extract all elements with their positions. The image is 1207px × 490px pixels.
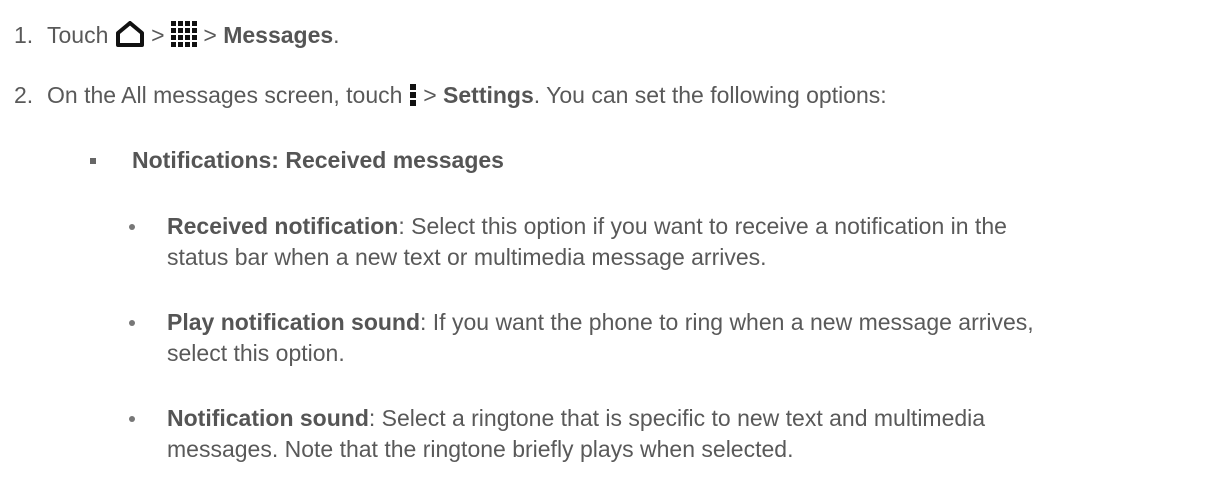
bullet-dot-icon [129, 224, 135, 230]
separator: > [144, 22, 171, 48]
step-text-end: . You can set the following options: [533, 82, 887, 108]
messages-label: Messages [223, 22, 334, 48]
step-number: 2. [14, 82, 34, 108]
separator: > [196, 22, 224, 48]
menu-icon [409, 83, 417, 115]
step-number: 1. [14, 22, 34, 48]
apps-grid-icon [170, 21, 197, 55]
settings-label: Settings [443, 82, 534, 108]
square-bullet-icon [90, 158, 96, 164]
section-heading-text: Notifications: Received messages [132, 147, 504, 173]
bullet-dot-icon [129, 416, 135, 422]
option-play-notification-sound: Play notification sound: If you want the… [167, 307, 1047, 369]
option-received-notification: Received notification: Select this optio… [167, 211, 1047, 273]
bullet-dot-icon [129, 320, 135, 326]
step-1: 1. Touch > > Messages. [14, 20, 340, 55]
home-icon [115, 21, 145, 55]
separator: > [416, 82, 444, 108]
option-notification-sound: Notification sound: Select a ringtone th… [167, 403, 1047, 465]
step-2: 2. On the All messages screen, touch > Se… [14, 80, 887, 115]
section-heading: Notifications: Received messages [132, 145, 504, 176]
step-text-end: . [333, 22, 340, 48]
option-term: Play notification sound [167, 309, 421, 335]
option-term: Received notification [167, 213, 399, 239]
option-term: Notification sound [167, 405, 369, 431]
step-text: On the All messages screen, touch [47, 82, 409, 108]
instructions-document: 1. Touch > > Messages. 2. On the All messa… [0, 0, 1207, 490]
step-text: Touch [47, 22, 115, 48]
